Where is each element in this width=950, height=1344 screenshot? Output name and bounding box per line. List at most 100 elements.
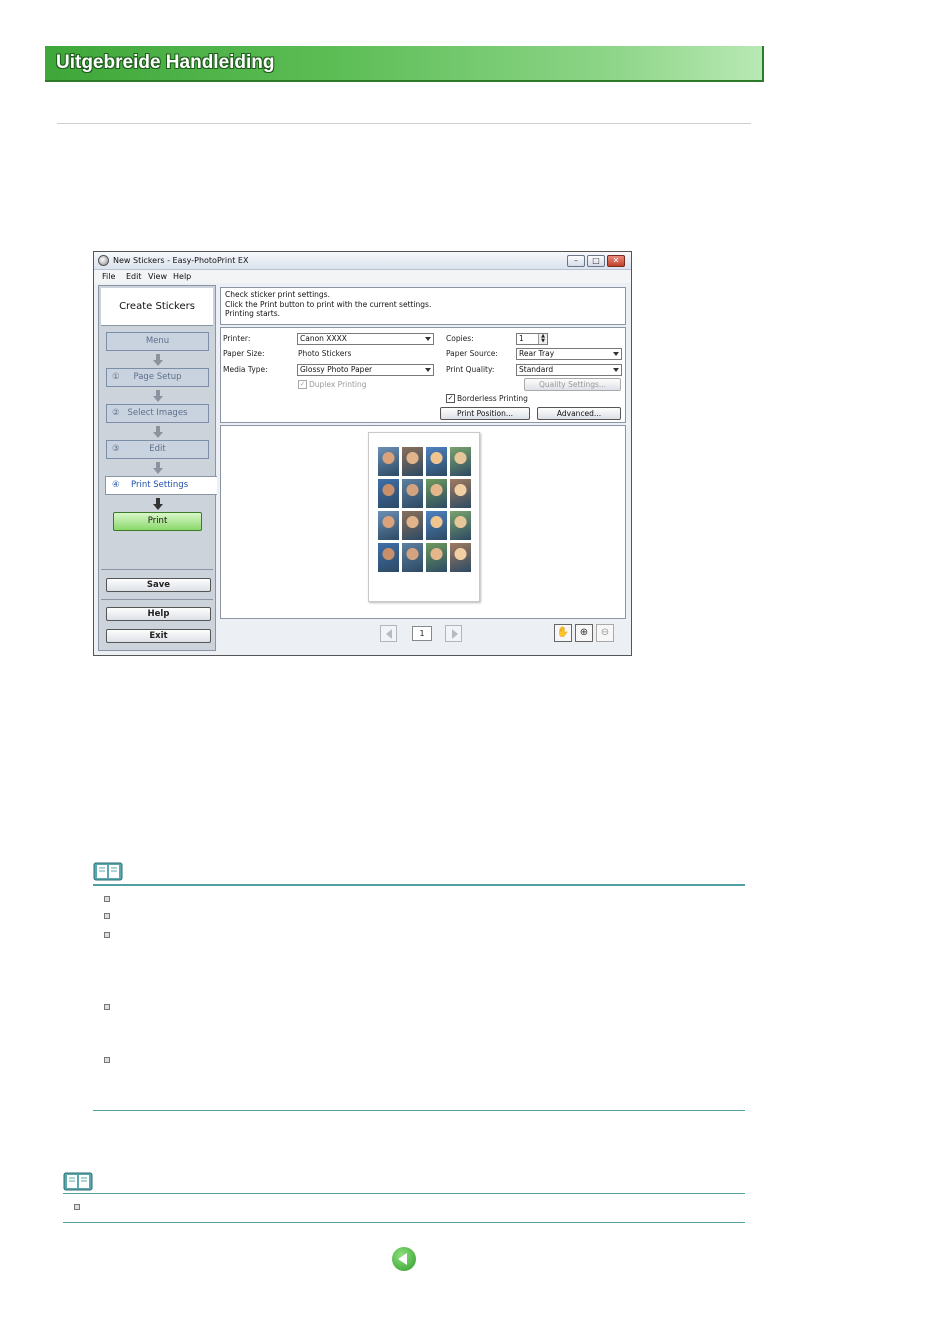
step-label: Page Setup xyxy=(133,372,182,382)
sticker-thumbnail xyxy=(402,543,423,572)
window-title: New Stickers - Easy-PhotoPrint EX xyxy=(113,256,249,265)
menu-edit[interactable]: Edit xyxy=(126,272,142,281)
zoom-in-icon[interactable]: ⊕ xyxy=(575,624,593,642)
bullet-icon xyxy=(104,896,110,902)
menu-help[interactable]: Help xyxy=(173,272,191,281)
step-edit-button[interactable]: ③ Edit xyxy=(106,440,209,459)
print-position-button[interactable]: Print Position... xyxy=(440,407,530,420)
chevron-down-icon xyxy=(425,337,431,341)
bullet-icon xyxy=(74,1204,80,1210)
paper-size-value: Photo Stickers xyxy=(298,349,352,358)
sticker-thumbnail xyxy=(402,511,423,540)
bullet-icon xyxy=(104,1004,110,1010)
down-arrow-icon xyxy=(153,498,163,510)
sticker-sheet-preview xyxy=(368,432,480,602)
note-divider xyxy=(93,884,745,886)
copies-value: 1 xyxy=(519,334,524,343)
step-number: ③ xyxy=(112,444,120,454)
media-type-value: Glossy Photo Paper xyxy=(300,365,373,374)
copies-stepper[interactable]: 1 ▲ ▼ xyxy=(516,333,548,345)
media-type-label: Media Type: xyxy=(223,365,268,374)
hand-tool-icon[interactable]: ✋ xyxy=(554,624,572,642)
media-type-select[interactable]: Glossy Photo Paper xyxy=(297,364,434,376)
previous-page-button[interactable] xyxy=(380,625,397,642)
menu-view[interactable]: View xyxy=(148,272,167,281)
step-label: Print Settings xyxy=(131,480,189,490)
next-page-button[interactable] xyxy=(445,625,462,642)
bullet-icon xyxy=(104,913,110,919)
down-arrow-icon xyxy=(153,390,163,402)
note-book-icon xyxy=(63,1172,93,1191)
paper-source-select[interactable]: Rear Tray xyxy=(516,348,622,360)
menu-file[interactable]: File xyxy=(102,272,115,281)
instruction-line: Click the Print button to print with the… xyxy=(225,299,432,309)
duplex-checkbox[interactable]: ✓ xyxy=(298,380,307,389)
note-divider xyxy=(93,1110,745,1111)
minimize-button[interactable]: – xyxy=(567,255,585,267)
printer-value: Canon XXXX xyxy=(300,334,347,343)
spin-arrows-icon[interactable]: ▲ ▼ xyxy=(538,334,547,344)
help-button[interactable]: Help xyxy=(106,607,211,621)
divider xyxy=(57,123,751,124)
preview-toolbar: 1 ✋ ⊕ ⊖ xyxy=(220,620,626,652)
print-button[interactable]: Print xyxy=(113,512,202,531)
note-divider xyxy=(63,1222,745,1223)
save-button[interactable]: Save xyxy=(106,578,211,592)
step-label: Select Images xyxy=(127,408,188,418)
down-arrow-icon xyxy=(153,462,163,474)
step-print-settings-active[interactable]: ④ Print Settings xyxy=(105,476,217,495)
step-number: ① xyxy=(112,372,120,382)
print-quality-select[interactable]: Standard xyxy=(516,364,622,376)
instruction-line: Printing starts. xyxy=(225,309,280,318)
step-label: Menu xyxy=(145,336,170,346)
step-page-setup-button[interactable]: ① Page Setup xyxy=(106,368,209,387)
paper-size-label: Paper Size: xyxy=(223,349,265,358)
page-number-box[interactable]: 1 xyxy=(412,626,432,641)
chevron-down-icon xyxy=(613,352,619,356)
note-book-icon xyxy=(93,862,123,881)
maximize-button[interactable]: □ xyxy=(587,255,605,267)
print-quality-value: Standard xyxy=(519,365,554,374)
step-label: Edit xyxy=(149,444,166,454)
print-settings-panel: Printer: Canon XXXX Paper Size: Photo St… xyxy=(220,327,626,423)
note-divider xyxy=(63,1193,745,1194)
sticker-thumbnail xyxy=(450,479,471,508)
paper-source-value: Rear Tray xyxy=(519,349,555,358)
back-to-top-button[interactable] xyxy=(392,1247,416,1271)
manual-title: Uitgebreide Handleiding xyxy=(56,52,275,73)
step-select-images-button[interactable]: ② Select Images xyxy=(106,404,209,423)
copies-label: Copies: xyxy=(446,334,474,343)
sticker-thumbnail xyxy=(378,511,399,540)
menubar: File Edit View Help xyxy=(94,270,631,283)
advanced-button[interactable]: Advanced... xyxy=(537,407,621,420)
close-button[interactable]: ✕ xyxy=(607,255,625,267)
app-window: New Stickers - Easy-PhotoPrint EX – □ ✕ … xyxy=(93,251,632,656)
sidebar-heading: Create Stickers xyxy=(119,301,195,312)
borderless-checkbox[interactable]: ✓ xyxy=(446,394,455,403)
app-icon xyxy=(98,255,109,266)
duplex-label: Duplex Printing xyxy=(309,380,367,389)
sticker-thumbnail xyxy=(378,479,399,508)
sticker-thumbnail xyxy=(402,447,423,476)
down-arrow-icon xyxy=(153,354,163,366)
sticker-thumbnail xyxy=(450,543,471,572)
bullet-icon xyxy=(104,1057,110,1063)
divider xyxy=(101,599,213,600)
paper-source-label: Paper Source: xyxy=(446,349,498,358)
sticker-thumbnail xyxy=(402,479,423,508)
down-arrow-icon xyxy=(153,426,163,438)
quality-settings-button[interactable]: Quality Settings... xyxy=(524,378,621,391)
window-titlebar: New Stickers - Easy-PhotoPrint EX – □ ✕ xyxy=(94,252,631,270)
sidebar-heading-box: Create Stickers xyxy=(101,288,213,326)
step-sidebar: Create Stickers Menu ① Page Setup ② Sele… xyxy=(98,285,217,651)
instruction-box: Check sticker print settings. Click the … xyxy=(220,287,626,325)
sticker-thumbnail xyxy=(450,447,471,476)
printer-select[interactable]: Canon XXXX xyxy=(297,333,434,345)
printer-label: Printer: xyxy=(223,334,251,343)
step-menu-button[interactable]: Menu xyxy=(106,332,209,351)
chevron-down-icon xyxy=(613,368,619,372)
chevron-down-icon xyxy=(425,368,431,372)
exit-button[interactable]: Exit xyxy=(106,629,211,643)
zoom-out-icon[interactable]: ⊖ xyxy=(596,624,614,642)
instruction-line: Check sticker print settings. xyxy=(225,290,330,299)
